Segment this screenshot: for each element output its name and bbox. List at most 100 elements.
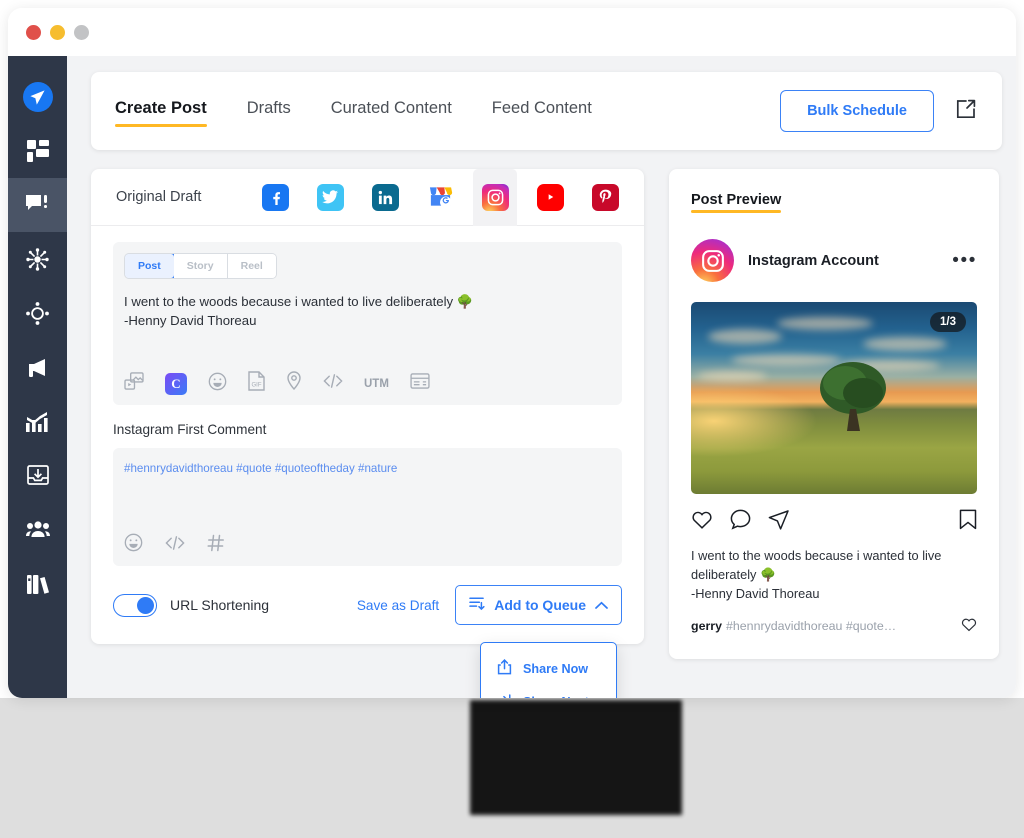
platform-tab-twitter[interactable] <box>308 169 352 226</box>
menu-label: Share Now <box>523 662 588 676</box>
comment-username[interactable]: gerry <box>691 619 722 633</box>
comment-like-heart-icon[interactable] <box>961 617 977 635</box>
platform-tabs: Original Draft <box>91 169 644 226</box>
preview-title: Post Preview <box>691 192 781 213</box>
first-comment-label: Instagram First Comment <box>113 422 622 437</box>
paper-plane-icon <box>23 82 53 112</box>
platform-tab-facebook[interactable] <box>253 169 297 226</box>
media-library-icon[interactable] <box>124 372 144 395</box>
first-comment-text[interactable]: #hennrydavidthoreau #quote #quoteoftheda… <box>124 462 611 533</box>
preview-image[interactable]: 1/3 <box>691 302 977 494</box>
tab-curated-content[interactable]: Curated Content <box>331 99 452 123</box>
platform-tab-google-business[interactable] <box>418 169 462 226</box>
sidebar-item-network[interactable] <box>8 232 67 286</box>
google-business-icon <box>427 184 454 211</box>
compose-area[interactable]: Post Story Reel I went to the woods beca… <box>113 242 622 405</box>
account-name: Instagram Account <box>748 253 879 269</box>
sidebar-item-inbox[interactable] <box>8 448 67 502</box>
menu-item-share-next[interactable]: Share Next <box>481 685 616 698</box>
menu-label: Share Next <box>523 695 589 699</box>
hashtag-icon[interactable] <box>207 534 225 557</box>
sidebar-item-team[interactable] <box>8 502 67 556</box>
books-library-icon <box>27 572 49 594</box>
platform-tab-pinterest[interactable] <box>583 169 627 226</box>
emoji-icon[interactable] <box>124 533 143 557</box>
minimize-window-button[interactable] <box>50 25 65 40</box>
post-type-post[interactable]: Post <box>124 253 175 279</box>
twitter-icon <box>317 184 344 211</box>
sidebar-item-analytics[interactable] <box>8 394 67 448</box>
compose-textarea[interactable]: I went to the woods because i wanted to … <box>124 292 611 365</box>
app-window: Create Post Drafts Curated Content Feed … <box>8 8 1016 698</box>
gif-icon[interactable]: GIF <box>248 371 265 396</box>
preview-actions <box>691 509 977 535</box>
share-paperplane-icon[interactable] <box>768 509 789 535</box>
url-shortening-toggle[interactable] <box>113 594 157 617</box>
content-columns: Original Draft <box>91 169 1002 659</box>
inbox-download-icon <box>27 464 49 486</box>
tree-graphic <box>811 361 895 433</box>
queue-list-icon <box>469 596 485 614</box>
preview-account-row: Instagram Account ••• <box>691 239 977 282</box>
editor-inner: Post Story Reel I went to the woods beca… <box>91 226 644 566</box>
preview-caption: I went to the woods because i wanted to … <box>691 546 977 604</box>
queue-dropdown-menu: Share Now Share Next <box>480 642 617 698</box>
original-draft-label: Original Draft <box>116 189 201 205</box>
avatar <box>691 239 734 282</box>
carousel-counter: 1/3 <box>930 312 966 332</box>
post-type-reel[interactable]: Reel <box>228 254 276 278</box>
dropdown-shadow <box>470 700 682 815</box>
save-as-draft-button[interactable]: Save as Draft <box>357 598 439 613</box>
svg-text:GIF: GIF <box>252 383 262 389</box>
share-upload-icon <box>497 659 512 678</box>
post-type-story[interactable]: Story <box>174 254 228 278</box>
platform-tab-youtube[interactable] <box>528 169 572 226</box>
comment-bubble-icon[interactable] <box>730 509 751 535</box>
post-editor-card: Original Draft <box>91 169 644 644</box>
location-pin-icon[interactable] <box>286 371 302 396</box>
code-snippet-icon[interactable] <box>165 535 185 556</box>
like-heart-icon[interactable] <box>691 509 713 535</box>
toggle-knob <box>137 597 154 614</box>
sidebar-item-library[interactable] <box>8 556 67 610</box>
more-options-icon[interactable]: ••• <box>952 250 977 272</box>
add-to-queue-button[interactable]: Add to Queue <box>455 585 622 625</box>
megaphone-icon <box>26 357 49 378</box>
tab-create-post[interactable]: Create Post <box>115 99 207 123</box>
tab-feed-content[interactable]: Feed Content <box>492 99 592 123</box>
sidebar <box>8 56 67 698</box>
chart-growth-icon <box>26 411 49 432</box>
editor-footer: URL Shortening Save as Draft Add to Queu… <box>113 566 644 644</box>
canva-icon[interactable]: C <box>165 373 187 395</box>
chevron-up-icon <box>595 597 608 613</box>
sidebar-item-target[interactable] <box>8 286 67 340</box>
compose-square-arrow-icon[interactable] <box>956 99 976 124</box>
first-comment-area[interactable]: #hennrydavidthoreau #quote #quoteoftheda… <box>113 448 622 566</box>
message-alert-icon <box>26 194 49 216</box>
window-titlebar <box>8 8 1016 56</box>
platform-tab-linkedin[interactable] <box>363 169 407 226</box>
post-type-segmented-control: Post Story Reel <box>124 253 277 279</box>
comment-hashtags: #hennrydavidthoreau #quote… <box>726 619 896 633</box>
sidebar-item-campaigns[interactable] <box>8 340 67 394</box>
platform-tab-instagram[interactable] <box>473 169 517 226</box>
code-snippet-icon[interactable] <box>323 373 343 394</box>
network-nodes-icon <box>26 248 49 271</box>
emoji-icon[interactable] <box>208 372 227 396</box>
close-window-button[interactable] <box>26 25 41 40</box>
sidebar-item-brand-logo[interactable] <box>8 70 67 124</box>
utm-icon[interactable]: UTM <box>364 378 389 390</box>
zoom-window-button[interactable] <box>74 25 89 40</box>
facebook-icon <box>262 184 289 211</box>
bookmark-icon[interactable] <box>959 509 977 535</box>
card-template-icon[interactable] <box>410 373 430 394</box>
target-crosshair-icon <box>26 302 49 325</box>
top-tabbar: Create Post Drafts Curated Content Feed … <box>91 72 1002 150</box>
url-shortening-label: URL Shortening <box>170 597 269 613</box>
tab-drafts[interactable]: Drafts <box>247 99 291 123</box>
menu-item-share-now[interactable]: Share Now <box>481 652 616 685</box>
sidebar-item-dashboard[interactable] <box>8 124 67 178</box>
add-to-queue-label: Add to Queue <box>494 597 586 613</box>
bulk-schedule-button[interactable]: Bulk Schedule <box>780 90 934 132</box>
sidebar-item-messages[interactable] <box>8 178 67 232</box>
